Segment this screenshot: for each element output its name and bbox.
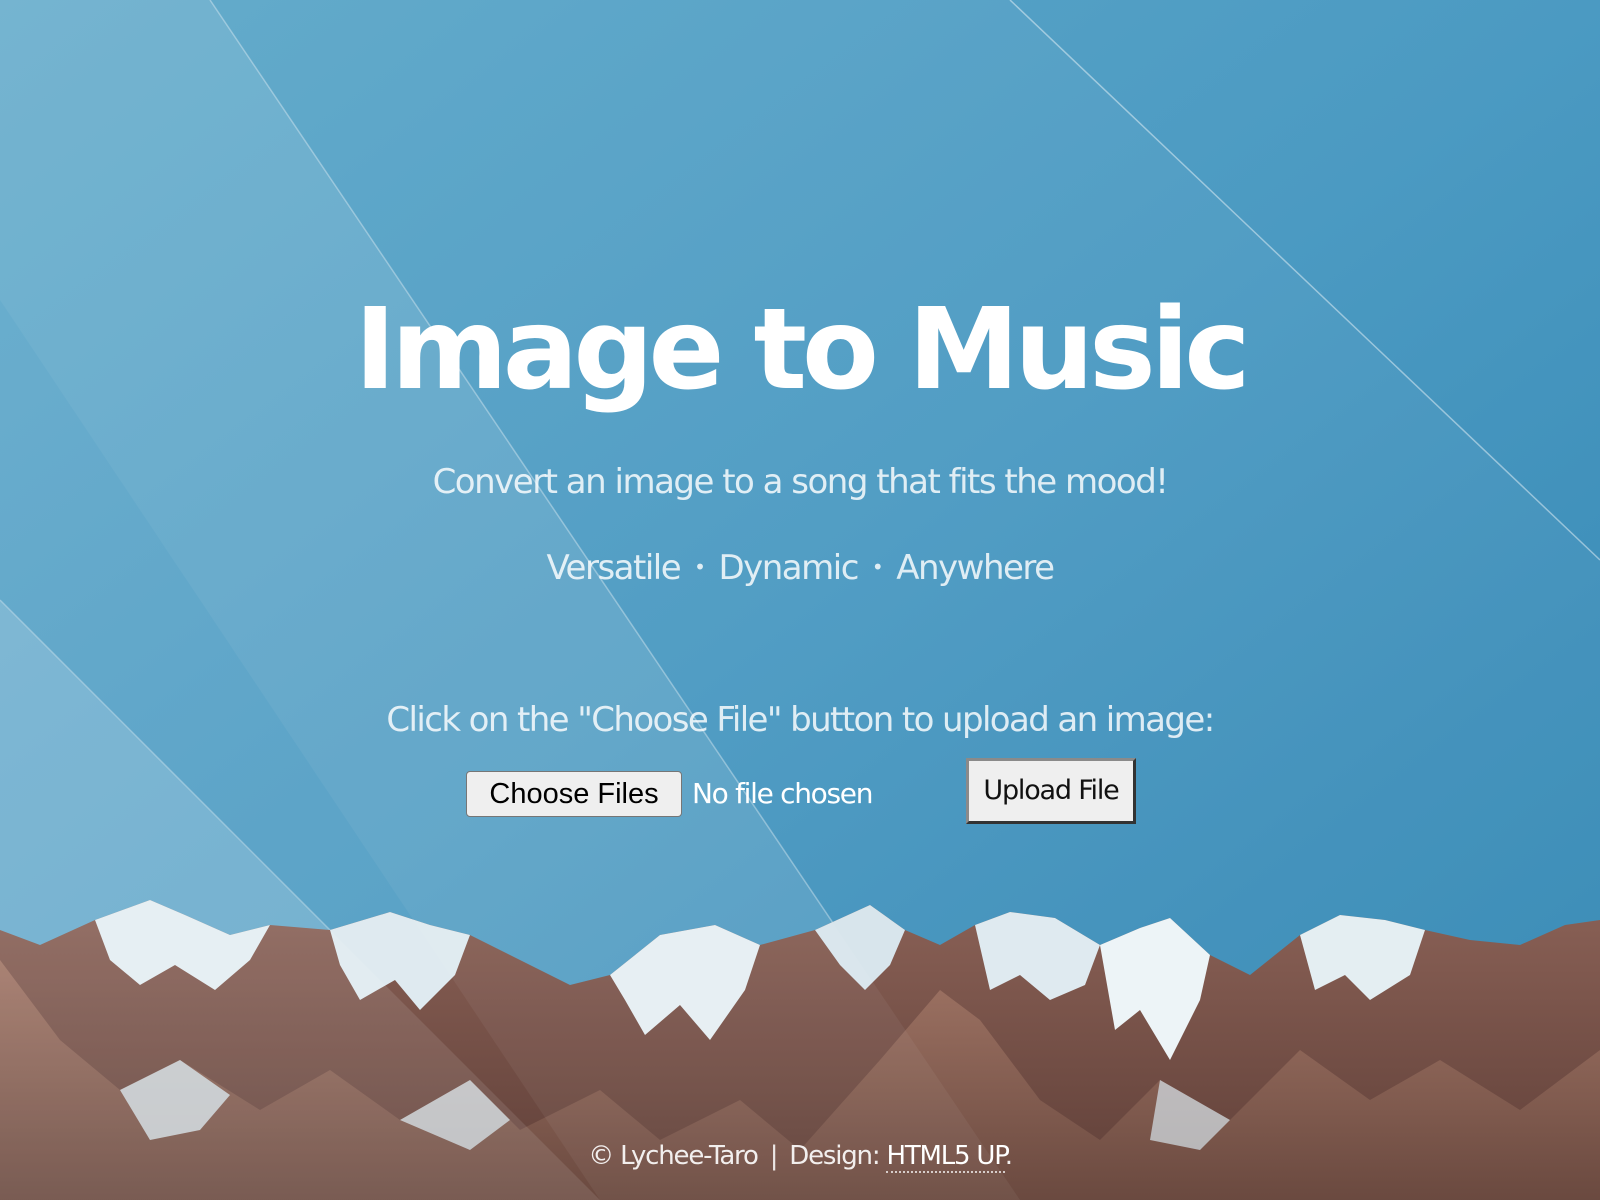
design-suffix: . <box>1004 1141 1013 1171</box>
upload-instructions: Click on the "Choose File" button to upl… <box>386 700 1215 740</box>
feature-separator: • <box>694 554 706 579</box>
design-prefix: Design: <box>789 1141 880 1171</box>
feature-list: Versatile • Dynamic • Anywhere <box>0 544 1600 594</box>
file-status-text: No file chosen <box>692 777 873 810</box>
page-title: Image to Music <box>354 285 1250 415</box>
footer: © Lychee-Taro | Design: HTML5 UP. <box>0 1136 1600 1176</box>
choose-files-button[interactable]: Choose Files <box>466 771 682 817</box>
feature-item-dynamic: Dynamic <box>718 548 859 588</box>
design-credit-link[interactable]: HTML5 UP <box>886 1141 1006 1173</box>
feature-item-versatile: Versatile <box>546 548 681 588</box>
page-subtitle: Convert an image to a song that fits the… <box>432 462 1169 502</box>
copyright-text: © Lychee-Taro <box>588 1141 759 1171</box>
upload-file-button[interactable]: Upload File <box>966 758 1136 824</box>
footer-separator: | <box>769 1141 779 1171</box>
hero-section: Image to Music Convert an image to a son… <box>0 0 1600 1200</box>
feature-item-anywhere: Anywhere <box>896 548 1055 588</box>
feature-separator: • <box>871 554 884 579</box>
